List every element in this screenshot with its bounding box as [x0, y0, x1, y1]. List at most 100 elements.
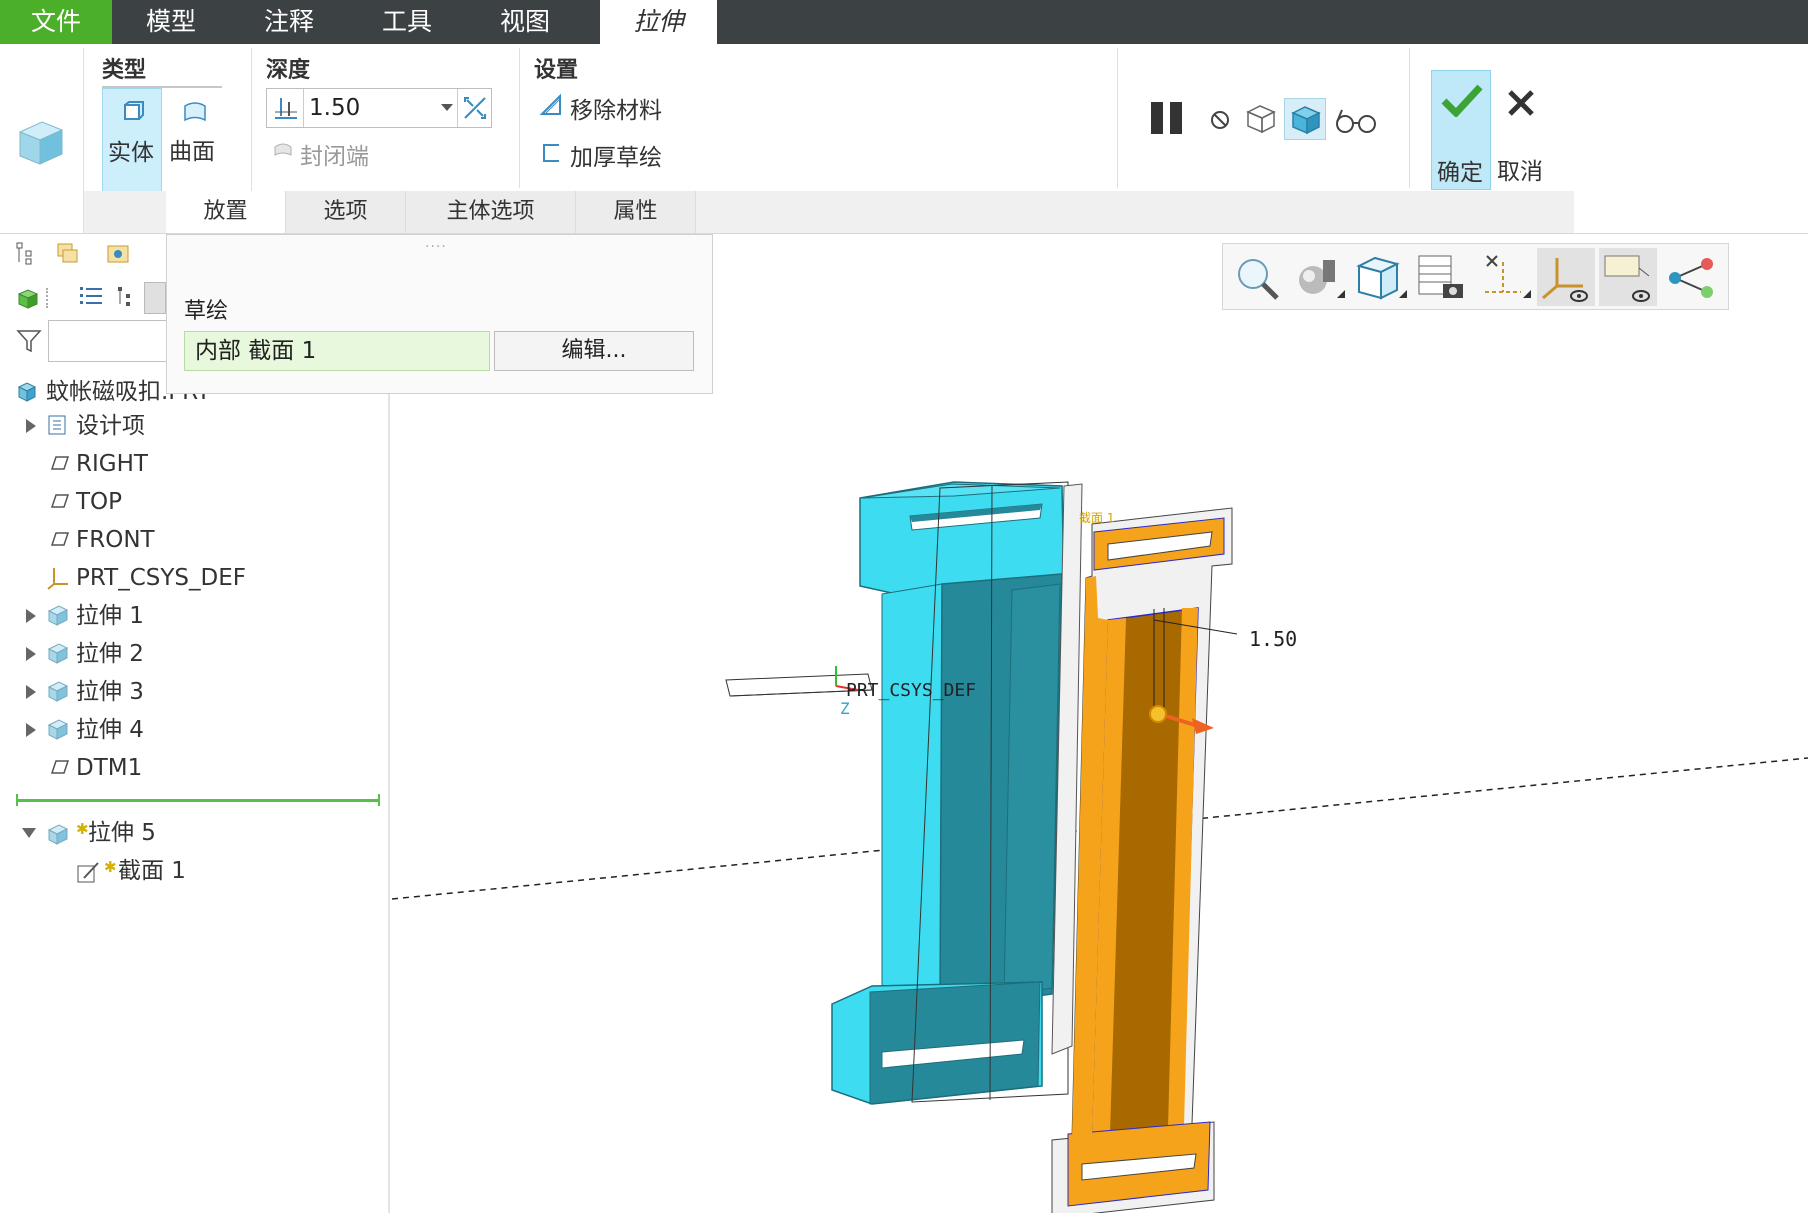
thicken-sketch-icon — [543, 144, 559, 162]
blind-depth-icon — [275, 98, 297, 119]
model-tree-tab-icon[interactable] — [14, 240, 38, 268]
folder-browser-icon[interactable] — [54, 240, 82, 268]
depth-input-divider — [457, 89, 458, 127]
datum-plane-icon — [50, 532, 70, 546]
tree-item-label: FRONT — [76, 527, 155, 553]
tree-item-label: TOP — [76, 489, 123, 515]
solid-label: 实体 — [108, 140, 154, 166]
tree-item-label: 截面 1 — [118, 858, 186, 884]
expand-icon[interactable] — [26, 609, 36, 623]
graphics-viewport[interactable]: 1.50 Z PRT_CSYS_DEF 截面 1 — [391, 234, 1808, 1217]
insert-indicator-cap — [16, 794, 18, 806]
csys-label: PRT_CSYS_DEF — [846, 680, 976, 701]
settings-group-label: 设置 — [534, 58, 579, 83]
collapse-icon[interactable] — [22, 828, 36, 838]
tab-model[interactable]: 模型 — [112, 0, 230, 44]
surface-label: 曲面 — [169, 139, 215, 165]
tab-extrude[interactable]: 拉伸 — [600, 0, 717, 44]
extrude-feature-icon — [18, 121, 64, 165]
model-display-icon[interactable] — [16, 286, 40, 310]
datum-plane-icon — [50, 456, 70, 470]
tree-search-input[interactable] — [48, 320, 168, 362]
confirm-button[interactable]: 确定 — [1431, 70, 1491, 190]
checkmark-icon — [1441, 84, 1483, 117]
depth-input-divider — [303, 89, 304, 127]
favorites-icon[interactable] — [104, 240, 132, 268]
tree-item-label: PRT_CSYS_DEF — [76, 565, 247, 591]
tab-annotate[interactable]: 注释 — [230, 0, 348, 44]
ribbon-separator — [1117, 48, 1118, 188]
tab-tools[interactable]: 工具 — [348, 0, 466, 44]
extrude-icon — [47, 719, 69, 740]
cyan-part-model[interactable] — [831, 481, 1069, 1105]
filter-icon[interactable] — [16, 328, 42, 354]
tree-item-label: 拉伸 3 — [76, 679, 144, 705]
depth-dropdown-icon[interactable] — [441, 104, 453, 111]
sketch-icon — [77, 862, 99, 883]
capped-ends-icon — [274, 143, 292, 156]
insert-indicator-cap — [378, 794, 380, 806]
capped-ends-checkbox[interactable]: 封闭端 — [300, 137, 369, 171]
model-canvas[interactable]: 1.50 Z PRT_CSYS_DEF 截面 1 — [391, 234, 1808, 1217]
new-feature-star-icon: ✱ — [76, 820, 89, 838]
depth-value[interactable]: 1.50 — [309, 89, 360, 127]
confirm-label: 确定 — [1437, 160, 1483, 186]
joined-preview-button[interactable] — [1284, 98, 1326, 140]
expand-icon[interactable] — [26, 419, 36, 433]
tab-file[interactable]: 文件 — [0, 0, 112, 44]
sketch-label: 草绘 — [184, 299, 229, 324]
datum-plane-icon — [50, 494, 70, 508]
subtab-properties[interactable]: 属性 — [576, 191, 696, 233]
ribbon-separator — [519, 48, 520, 188]
csys-icon — [47, 568, 68, 590]
tree-item-label: 拉伸 1 — [76, 603, 144, 629]
remove-material-icon — [539, 93, 561, 115]
depth-group-label: 深度 — [266, 58, 311, 83]
depth-dimension-label[interactable]: 1.50 — [1249, 627, 1297, 651]
tree-item-label: 拉伸 2 — [76, 641, 144, 667]
ribbon-separator — [1409, 48, 1410, 188]
verify-glasses-icon[interactable] — [1334, 104, 1378, 138]
extrude-icon — [47, 605, 69, 626]
column-toggle-button[interactable] — [144, 282, 166, 314]
subtab-body-options[interactable]: 主体选项 — [406, 191, 576, 233]
cancel-button[interactable]: 取消 — [1493, 70, 1551, 190]
part-icon — [17, 382, 37, 402]
extrude-icon — [47, 681, 69, 702]
surface-icon — [184, 102, 206, 122]
separate-preview-icon[interactable] — [1244, 102, 1278, 136]
thicken-sketch-button[interactable]: 加厚草绘 — [570, 138, 662, 172]
pause-icon[interactable] — [1148, 98, 1188, 138]
expand-icon[interactable] — [26, 685, 36, 699]
section-tag-label: 截面 1 — [1079, 511, 1114, 525]
insert-indicator[interactable] — [16, 799, 380, 802]
expand-icon[interactable] — [26, 647, 36, 661]
dashboard-subtabs: 放置 选项 主体选项 属性 — [84, 191, 1574, 233]
solid-icon — [124, 101, 144, 120]
remove-material-button[interactable]: 移除材料 — [570, 91, 662, 125]
toolbar-divider — [46, 288, 48, 308]
show-icon[interactable] — [116, 284, 138, 312]
tab-view[interactable]: 视图 — [466, 0, 584, 44]
new-feature-star-icon: ✱ — [104, 858, 117, 876]
joined-preview-icon — [1291, 106, 1321, 135]
ribbon-tab-bar: 文件 模型 注释 工具 视图 拉伸 — [0, 0, 1808, 44]
expand-icon[interactable] — [26, 723, 36, 737]
z-axis-label: Z — [840, 699, 850, 718]
design-items-icon — [48, 415, 66, 435]
tree-item-label: 拉伸 4 — [76, 717, 144, 743]
subtab-options[interactable]: 选项 — [286, 191, 406, 233]
datum-plane-icon — [50, 760, 70, 774]
depth-drag-handle[interactable] — [1149, 705, 1167, 723]
depth-input[interactable]: 1.50 — [266, 88, 492, 128]
subtab-placement[interactable]: 放置 — [166, 191, 286, 233]
tree-item-label: 设计项 — [76, 413, 145, 439]
type-group-label: 类型 — [102, 58, 147, 83]
extrude-icon — [47, 643, 69, 664]
surface-button[interactable]: 曲面 — [166, 88, 224, 168]
tree-item-label: RIGHT — [76, 451, 148, 477]
no-preview-icon[interactable] — [1206, 106, 1234, 134]
tree-settings-icon[interactable] — [78, 284, 104, 312]
flip-direction-icon[interactable] — [461, 94, 489, 122]
close-icon — [1508, 90, 1534, 116]
